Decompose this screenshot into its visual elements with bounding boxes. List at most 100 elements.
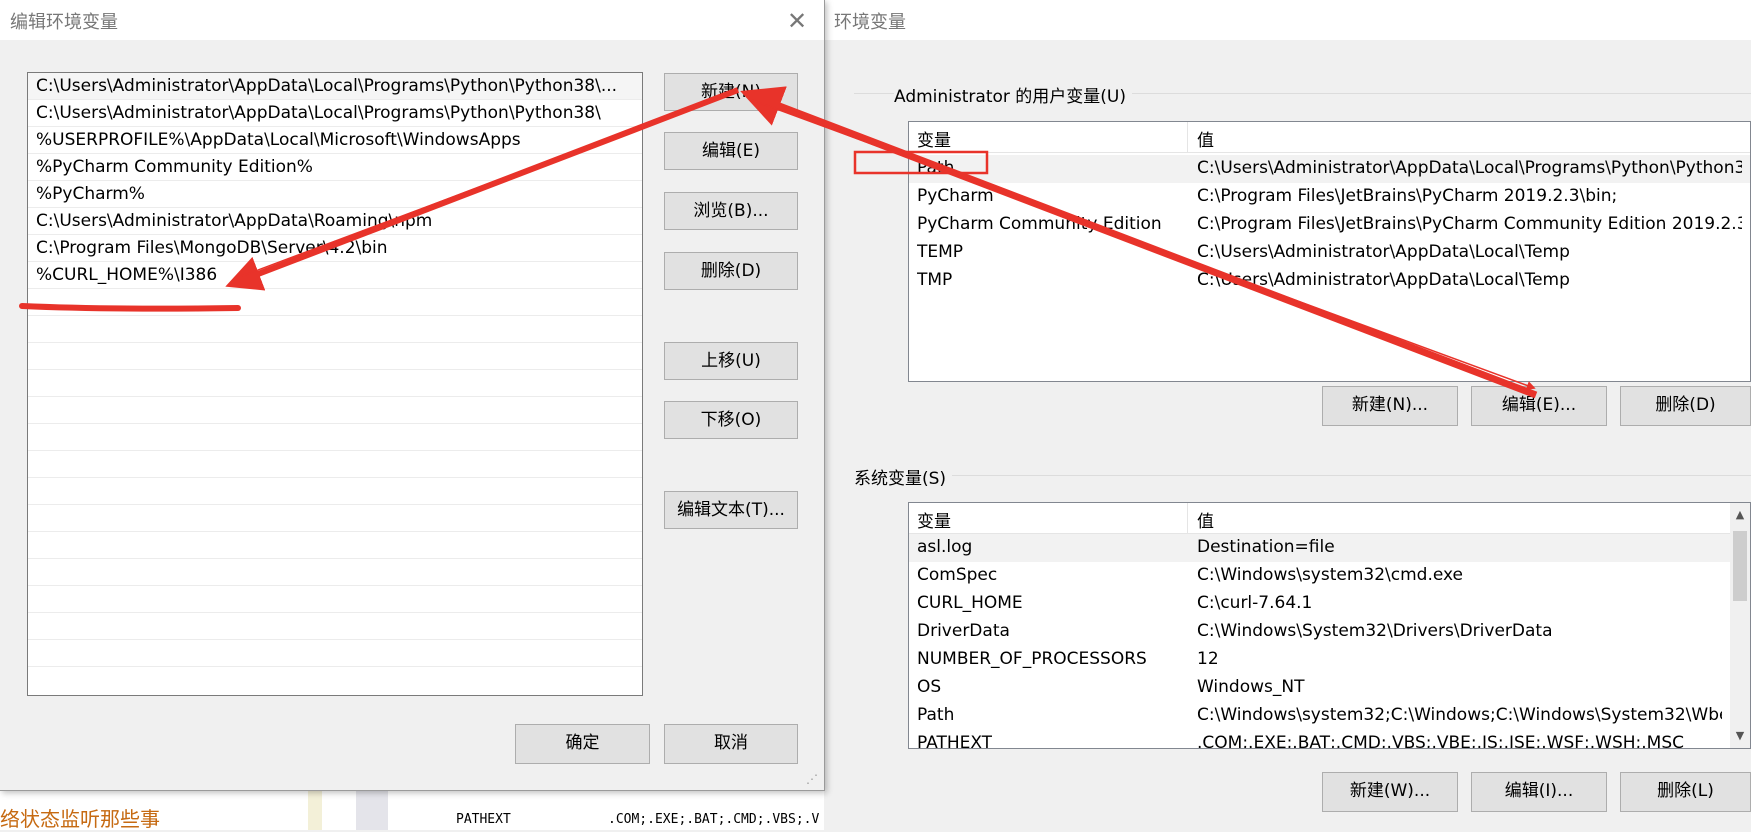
- list-item[interactable]: [28, 586, 642, 613]
- var-name: TEMP: [917, 242, 964, 262]
- user-new-button[interactable]: 新建(N)...: [1322, 386, 1458, 426]
- list-item[interactable]: [28, 451, 642, 478]
- user-vars-label: Administrator 的用户变量(U): [894, 82, 1132, 107]
- background-panel: [308, 790, 322, 830]
- path-entry: C:\Users\Administrator\AppData\Roaming\n…: [36, 211, 433, 231]
- var-name: asl.log: [917, 537, 973, 557]
- table-row[interactable]: Path C:\Windows\system32;C:\Windows;C:\W…: [909, 702, 1732, 730]
- list-item[interactable]: [28, 532, 642, 559]
- resize-grip-icon[interactable]: ⋰: [806, 772, 820, 786]
- console-line: PATHEXT: [456, 812, 511, 827]
- dialog-title: 编辑环境变量: [10, 12, 118, 33]
- list-item[interactable]: [28, 397, 642, 424]
- list-item[interactable]: [28, 640, 642, 667]
- list-item[interactable]: %USERPROFILE%\AppData\Local\Microsoft\Wi…: [28, 127, 642, 154]
- table-row[interactable]: asl.log Destination=file: [909, 534, 1732, 562]
- list-item[interactable]: [28, 289, 642, 316]
- table-row[interactable]: TEMP C:\Users\Administrator\AppData\Loca…: [909, 239, 1750, 267]
- path-entries-list[interactable]: C:\Users\Administrator\AppData\Local\Pro…: [27, 72, 643, 696]
- table-header: 变量 值: [909, 503, 1732, 534]
- column-separator[interactable]: [1187, 122, 1188, 152]
- table-row[interactable]: PATHEXT .COM;.EXE;.BAT;.CMD;.VBS;.VBE;.J…: [909, 730, 1732, 749]
- background-panel: [356, 790, 388, 830]
- user-edit-button[interactable]: 编辑(E)...: [1471, 386, 1607, 426]
- list-item[interactable]: C:\Program Files\MongoDB\Server\4.2\bin: [28, 235, 642, 262]
- console-line: .COM;.EXE;.BAT;.CMD;.VBS;.V: [608, 812, 819, 827]
- console-var-name: PATHEXT: [456, 812, 511, 827]
- edit-button[interactable]: 编辑(E): [664, 132, 798, 170]
- column-header-value[interactable]: 值: [1197, 507, 1214, 532]
- ok-button[interactable]: 确定: [515, 724, 650, 764]
- scroll-down-arrow-icon[interactable]: ▼: [1730, 726, 1750, 746]
- browse-button[interactable]: 浏览(B)...: [664, 192, 798, 230]
- group-divider: [854, 475, 1751, 476]
- var-name: OS: [917, 677, 942, 697]
- table-row[interactable]: TMP C:\Users\Administrator\AppData\Local…: [909, 267, 1750, 295]
- table-row[interactable]: NUMBER_OF_PROCESSORS 12: [909, 646, 1732, 674]
- var-value: C:\Program Files\JetBrains\PyCharm Commu…: [1197, 214, 1742, 234]
- list-item[interactable]: C:\Users\Administrator\AppData\Local\Pro…: [28, 100, 642, 127]
- var-value: Destination=file: [1197, 537, 1335, 557]
- list-item[interactable]: C:\Users\Administrator\AppData\Roaming\n…: [28, 208, 642, 235]
- path-entry: %PyCharm Community Edition%: [36, 157, 313, 177]
- edit-text-button[interactable]: 编辑文本(T)...: [664, 491, 798, 529]
- cancel-button[interactable]: 取消: [664, 724, 798, 764]
- console-var-value: .COM;.EXE;.BAT;.CMD;.VBS;.V: [608, 812, 820, 827]
- column-header-variable[interactable]: 变量: [917, 507, 951, 532]
- system-vars-table[interactable]: 变量 值 asl.log Destination=file ComSpec C:…: [908, 502, 1751, 749]
- scroll-up-arrow-icon[interactable]: ▲: [1730, 505, 1750, 525]
- list-item[interactable]: C:\Users\Administrator\AppData\Local\Pro…: [28, 73, 642, 100]
- var-name: PATHEXT: [917, 733, 993, 749]
- table-row[interactable]: OS Windows_NT: [909, 674, 1732, 702]
- table-row[interactable]: ComSpec C:\Windows\system32\cmd.exe: [909, 562, 1732, 590]
- table-row[interactable]: PyCharm Community Edition C:\Program Fil…: [909, 211, 1750, 239]
- var-value: .COM;.EXE;.BAT;.CMD;.VBS;.VBE;.JS;.JSE;.…: [1197, 733, 1685, 749]
- list-item[interactable]: [28, 478, 642, 505]
- var-value: C:\curl-7.64.1: [1197, 593, 1313, 613]
- path-entry: C:\Program Files\MongoDB\Server\4.2\bin: [36, 238, 388, 258]
- table-row[interactable]: PyCharm C:\Program Files\JetBrains\PyCha…: [909, 183, 1750, 211]
- environment-variables-window: 环境变量 Administrator 的用户变量(U) 变量 值 Path C:…: [824, 0, 1751, 830]
- list-item[interactable]: %PyCharm Community Edition%: [28, 154, 642, 181]
- close-icon[interactable]: ✕: [780, 6, 814, 36]
- new-button[interactable]: 新建(N): [664, 73, 798, 111]
- list-item[interactable]: [28, 559, 642, 586]
- column-header-value[interactable]: 值: [1197, 126, 1214, 151]
- system-edit-button[interactable]: 编辑(I)...: [1471, 772, 1607, 812]
- var-name: ComSpec: [917, 565, 998, 585]
- path-entry: %USERPROFILE%\AppData\Local\Microsoft\Wi…: [36, 130, 521, 150]
- list-item[interactable]: %CURL_HOME%\I386: [28, 262, 642, 289]
- var-value: C:\Users\Administrator\AppData\Local\Tem…: [1197, 270, 1570, 290]
- background-article-title: 络状态监听那些事: [0, 807, 160, 831]
- var-value: C:\Users\Administrator\AppData\Local\Tem…: [1197, 242, 1570, 262]
- user-vars-table[interactable]: 变量 值 Path C:\Users\Administrator\AppData…: [908, 121, 1751, 382]
- user-delete-button[interactable]: 删除(D): [1620, 386, 1751, 426]
- column-header-variable[interactable]: 变量: [917, 126, 951, 151]
- list-item[interactable]: [28, 370, 642, 397]
- path-entry: %CURL_HOME%\I386: [36, 265, 218, 285]
- var-value: C:\Program Files\JetBrains\PyCharm 2019.…: [1197, 186, 1618, 206]
- list-item[interactable]: [28, 505, 642, 532]
- list-item[interactable]: [28, 316, 642, 343]
- table-row[interactable]: DriverData C:\Windows\System32\Drivers\D…: [909, 618, 1732, 646]
- table-row[interactable]: CURL_HOME C:\curl-7.64.1: [909, 590, 1732, 618]
- move-down-button[interactable]: 下移(O): [664, 401, 798, 439]
- system-delete-button[interactable]: 删除(L): [1620, 772, 1751, 812]
- list-item[interactable]: [28, 424, 642, 451]
- var-value: C:\Users\Administrator\AppData\Local\Pro…: [1197, 158, 1742, 178]
- system-new-button[interactable]: 新建(W)...: [1322, 772, 1458, 812]
- delete-button[interactable]: 删除(D): [664, 252, 798, 290]
- var-name: CURL_HOME: [917, 593, 1023, 613]
- var-name: PyCharm: [917, 186, 994, 206]
- dialog-titlebar: 编辑环境变量 ✕: [0, 0, 824, 40]
- list-item[interactable]: [28, 343, 642, 370]
- list-item[interactable]: %PyCharm%: [28, 181, 642, 208]
- scroll-thumb[interactable]: [1733, 531, 1747, 601]
- vertical-scrollbar[interactable]: ▲ ▼: [1730, 503, 1750, 748]
- move-up-button[interactable]: 上移(U): [664, 342, 798, 380]
- var-value: C:\Windows\system32\cmd.exe: [1197, 565, 1464, 585]
- table-row[interactable]: Path C:\Users\Administrator\AppData\Loca…: [909, 155, 1750, 183]
- list-item[interactable]: [28, 613, 642, 640]
- column-separator[interactable]: [1187, 503, 1188, 533]
- var-value: C:\Windows\system32;C:\Windows;C:\Window…: [1197, 705, 1722, 725]
